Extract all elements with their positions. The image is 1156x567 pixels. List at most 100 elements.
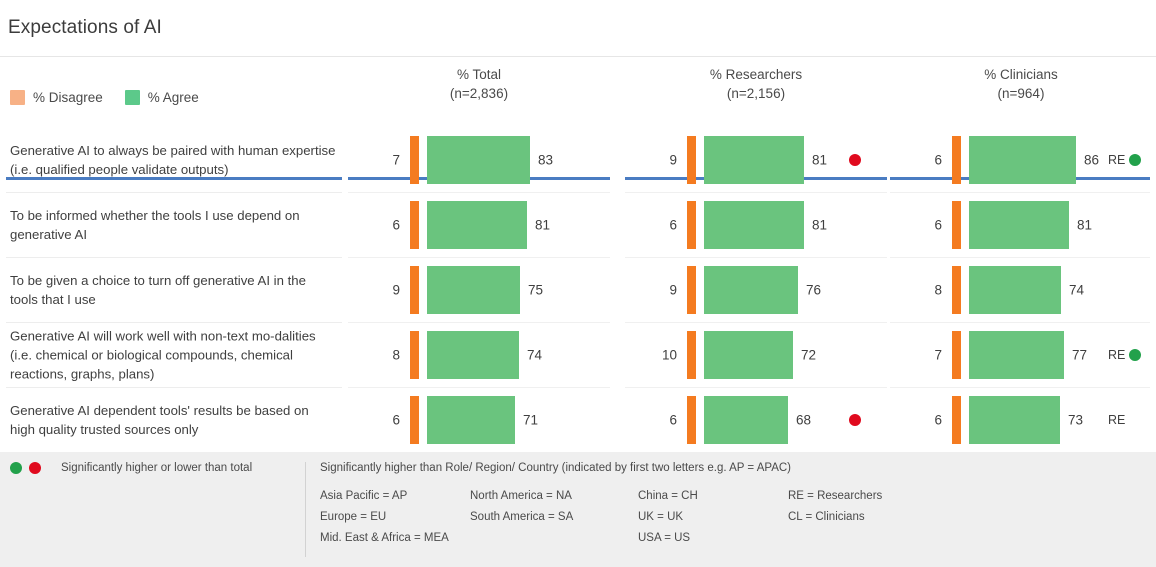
- disagree-value: 7: [934, 347, 942, 362]
- row-divider: [6, 257, 342, 258]
- disagree-value: 6: [669, 412, 677, 427]
- agree-bar: [704, 135, 804, 184]
- significance-marker: [849, 153, 861, 166]
- footer-key-item: South America = SA: [470, 511, 574, 523]
- agree-value: 73: [1068, 412, 1084, 427]
- chart-cell-clinicians: 6 81: [890, 192, 1150, 257]
- disagree-bar: [410, 135, 419, 184]
- column-title-total: % Total: [456, 67, 502, 82]
- agree-bar: [427, 135, 530, 184]
- row-label: Generative AI to always be paired with h…: [10, 142, 336, 177]
- agree-value: 71: [523, 412, 539, 427]
- agree-value: 81: [1077, 217, 1093, 232]
- footer-key-item: Asia Pacific = AP: [320, 490, 408, 502]
- chart-cell-total: 9 75: [348, 257, 610, 322]
- header-band: % Disagree % Agree % Total (n=2,836) % R…: [0, 57, 1156, 180]
- agree-value: 74: [527, 347, 543, 362]
- row-label: To be informed whether the tools I use d…: [10, 207, 300, 242]
- agree-bar: [704, 330, 793, 379]
- column-title-researchers: % Researchers: [709, 67, 803, 82]
- column-header-total: % Total (n=2,836): [348, 65, 610, 103]
- chart-page: Expectations of AI % Disagree % Agree % …: [0, 0, 1156, 567]
- footer-key-column: RE = Researchers CL = Clinicians: [788, 486, 988, 549]
- disagree-value: 9: [669, 152, 677, 167]
- agree-value: 81: [812, 152, 828, 167]
- red-dot-icon: [849, 413, 861, 426]
- table-row: To be given a choice to turn off generat…: [0, 257, 1156, 322]
- disagree-bar: [687, 330, 696, 379]
- agree-bar: [427, 200, 527, 249]
- disagree-bar: [687, 265, 696, 314]
- legend-item-agree: % Agree: [124, 90, 199, 105]
- disagree-value: 6: [934, 412, 942, 427]
- agree-value: 83: [538, 152, 554, 167]
- agree-value: 81: [812, 217, 828, 232]
- green-dot-icon: [10, 462, 22, 474]
- page-title: Expectations of AI: [8, 17, 162, 38]
- significance-marker: RE: [1108, 348, 1142, 362]
- disagree-bar: [410, 200, 419, 249]
- footer-key-item: USA = US: [638, 532, 691, 544]
- footer-key-block: Significantly higher than Role/ Region/ …: [320, 462, 1140, 549]
- chart-cell-clinicians: 6 86 RE: [890, 127, 1150, 192]
- significance-dots: [10, 462, 41, 474]
- chart-cell-researchers: 9 81: [625, 127, 887, 192]
- agree-bar: [969, 330, 1064, 379]
- agree-value: 75: [528, 282, 544, 297]
- column-header-researchers: % Researchers (n=2,156): [625, 65, 887, 103]
- legend-label-disagree: % Disagree: [33, 90, 103, 105]
- disagree-swatch-icon: [10, 90, 25, 105]
- chart-matrix: Generative AI to always be paired with h…: [0, 127, 1156, 452]
- agree-value: 76: [806, 282, 822, 297]
- red-dot-icon: [29, 462, 41, 474]
- footer-key-item: China = CH: [638, 490, 698, 502]
- table-row: To be informed whether the tools I use d…: [0, 192, 1156, 257]
- disagree-bar: [952, 395, 961, 444]
- disagree-value: 6: [934, 217, 942, 232]
- chart-cell-total: 7 83: [348, 127, 610, 192]
- significance-marker: RE: [1108, 413, 1125, 427]
- chart-cell-researchers: 6 81: [625, 192, 887, 257]
- agree-value: 72: [801, 347, 817, 362]
- disagree-bar: [952, 200, 961, 249]
- significance-label: RE: [1108, 412, 1126, 427]
- significance-note-text: Significantly higher or lower than total: [61, 462, 253, 474]
- chart-cell-total: 8 74: [348, 322, 610, 387]
- disagree-bar: [410, 265, 419, 314]
- chart-cell-researchers: 10 72: [625, 322, 887, 387]
- green-dot-icon: [1129, 348, 1142, 361]
- disagree-bar: [687, 395, 696, 444]
- column-title-clinicians: % Clinicians: [984, 67, 1058, 82]
- disagree-value: 8: [934, 282, 942, 297]
- significance-label: RE: [1108, 152, 1126, 167]
- chart-legend: % Disagree % Agree: [10, 90, 199, 105]
- column-subtitle-researchers: (n=2,156): [726, 86, 786, 101]
- column-header-clinicians: % Clinicians (n=964): [890, 65, 1152, 103]
- disagree-value: 9: [392, 282, 400, 297]
- green-dot-icon: [1129, 153, 1142, 166]
- footer-key-item: UK = UK: [638, 511, 684, 523]
- agree-value: 77: [1072, 347, 1088, 362]
- legend-item-disagree: % Disagree: [10, 90, 103, 105]
- row-divider: [6, 127, 342, 128]
- agree-bar: [969, 135, 1076, 184]
- chart-cell-researchers: 6 68: [625, 387, 887, 452]
- row-label: Generative AI dependent tools' results b…: [10, 402, 309, 437]
- agree-bar: [704, 265, 798, 314]
- disagree-value: 10: [661, 347, 677, 362]
- chart-cell-clinicians: 8 74: [890, 257, 1150, 322]
- footer-key-item: CL = Clinicians: [788, 511, 865, 523]
- title-bar: Expectations of AI: [0, 0, 1156, 56]
- agree-value: 68: [796, 412, 812, 427]
- disagree-bar: [410, 330, 419, 379]
- agree-swatch-icon: [124, 90, 140, 105]
- agree-value: 86: [1084, 152, 1100, 167]
- red-dot-icon: [849, 153, 861, 166]
- column-subtitle-total: (n=2,836): [449, 86, 509, 101]
- footer-key-column: China = CH UK = UK USA = US: [638, 486, 788, 549]
- agree-bar: [704, 395, 788, 444]
- disagree-value: 6: [669, 217, 677, 232]
- disagree-bar: [687, 135, 696, 184]
- footer-key-columns: Asia Pacific = AP Europe = EU Mid. East & …: [320, 486, 1140, 549]
- row-label: Generative AI will work well with non-te…: [10, 328, 316, 381]
